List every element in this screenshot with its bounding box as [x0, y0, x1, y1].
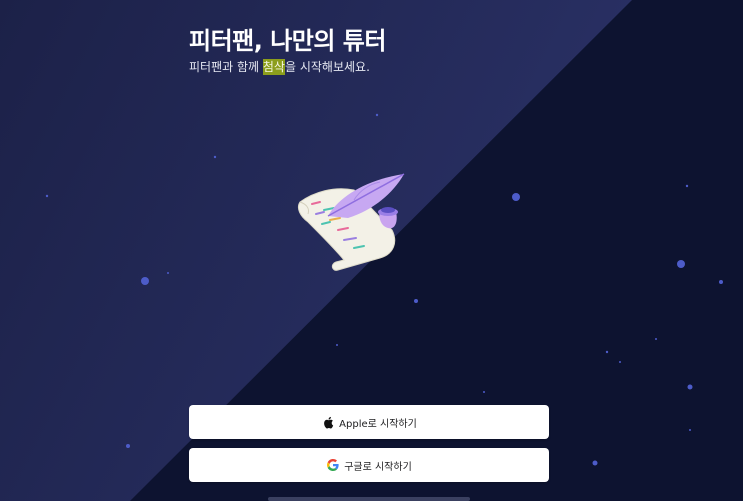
star: [512, 193, 520, 201]
star: [141, 277, 149, 285]
star: [687, 384, 693, 390]
star: [605, 350, 609, 354]
star: [213, 155, 217, 159]
star: [483, 391, 485, 393]
star: [126, 444, 130, 448]
subtitle-text-end: 을 시작해보세요.: [284, 60, 370, 74]
apple-icon: [321, 416, 334, 429]
next-button-edge: [268, 497, 470, 501]
star: [167, 272, 169, 274]
star: [655, 338, 657, 340]
star: [414, 299, 418, 303]
star: [336, 344, 338, 346]
apple-login-button[interactable]: Apple로 시작하기: [189, 405, 549, 439]
star: [375, 113, 379, 117]
google-icon: [326, 459, 339, 472]
quill-scroll-icon: [297, 173, 405, 271]
google-login-label: 구글로 시작하기: [344, 461, 412, 473]
star: [45, 194, 49, 198]
google-login-button[interactable]: 구글로 시작하기: [189, 448, 549, 482]
star: [677, 260, 685, 268]
page-header: 피터팬, 나만의 튜터 피터팬과 함께 첨삭을 시작해보세요.: [189, 26, 386, 75]
star: [619, 361, 621, 363]
quill-scroll-illustration: [294, 170, 410, 280]
subtitle-highlight: 첨삭: [262, 59, 285, 75]
page-title: 피터팬, 나만의 튜터: [189, 27, 386, 55]
subtitle-text: 피터팬과 함께: [189, 60, 263, 74]
page-subtitle: 피터팬과 함께 첨삭을 시작해보세요.: [189, 59, 386, 75]
star: [719, 280, 723, 284]
apple-login-label: Apple로 시작하기: [339, 418, 417, 430]
star: [689, 429, 691, 431]
star: [592, 460, 598, 466]
star: [685, 184, 689, 188]
